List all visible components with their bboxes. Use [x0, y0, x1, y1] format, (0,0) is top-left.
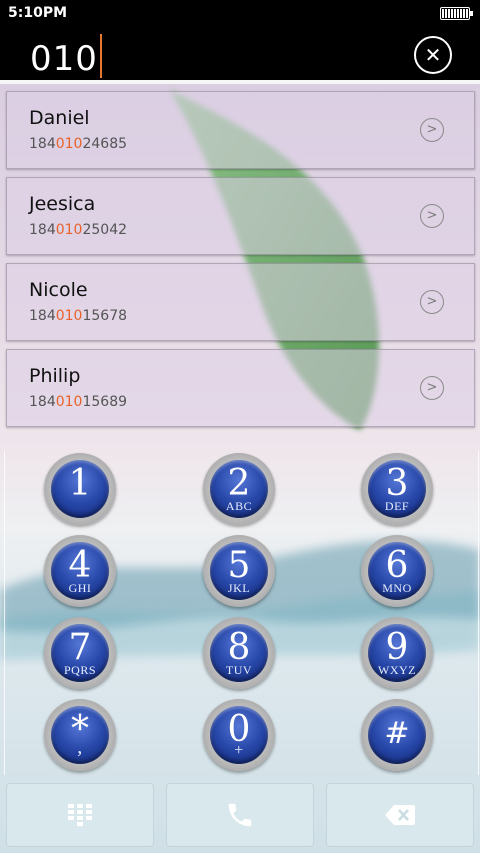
contact-result[interactable]: Nicole 18401015678 > — [6, 263, 475, 341]
contact-number: 18401015689 — [29, 394, 128, 410]
dial-input-bar: 010 ✕ — [0, 28, 480, 80]
number-match-highlight: 010 — [55, 394, 83, 410]
call-button[interactable] — [166, 783, 314, 847]
contact-result[interactable]: Jeesica 18401025042 > — [6, 177, 475, 255]
dial-input-value: 010 — [30, 39, 98, 79]
number-match-highlight: 010 — [55, 308, 83, 324]
contact-name: Daniel — [29, 107, 90, 129]
contact-number: 18401024685 — [29, 136, 128, 152]
chevron-right-icon[interactable]: > — [420, 204, 444, 228]
status-bar: 5:10PM — [0, 0, 480, 28]
key-2[interactable]: 2 ABC — [203, 453, 275, 525]
key-7[interactable]: 7 PQRS — [44, 617, 116, 689]
text-cursor — [99, 34, 102, 78]
status-time: 5:10PM — [8, 5, 68, 21]
contact-number: 18401015678 — [29, 308, 128, 324]
toggle-keypad-button[interactable] — [6, 783, 154, 847]
chevron-right-icon[interactable]: > — [420, 290, 444, 314]
number-match-highlight: 010 — [55, 222, 83, 238]
key-star[interactable]: *, — [44, 699, 116, 771]
key-9[interactable]: 9 WXYZ — [361, 617, 433, 689]
contact-results-list: Daniel 18401024685 > Jeesica 18401025042… — [6, 91, 475, 435]
clear-icon[interactable]: ✕ — [414, 36, 452, 74]
contact-number: 18401025042 — [29, 222, 128, 238]
contact-result[interactable]: Philip 18401015689 > — [6, 349, 475, 427]
key-6[interactable]: 6 MNO — [361, 535, 433, 607]
backspace-button[interactable] — [326, 783, 474, 847]
key-hash[interactable]: # — [361, 699, 433, 771]
key-8[interactable]: 8 TUV — [203, 617, 275, 689]
key-5[interactable]: 5 JKL — [203, 535, 275, 607]
key-3[interactable]: 3 DEF — [361, 453, 433, 525]
contact-name: Jeesica — [29, 193, 96, 215]
phone-icon — [228, 803, 252, 827]
key-4[interactable]: 4 GHI — [44, 535, 116, 607]
number-match-highlight: 010 — [55, 136, 83, 152]
bottom-action-bar — [0, 775, 480, 853]
key-1[interactable]: 1 — [44, 453, 116, 525]
dialpad-icon — [68, 804, 92, 826]
contact-name: Nicole — [29, 279, 88, 301]
contact-result[interactable]: Daniel 18401024685 > — [6, 91, 475, 169]
key-0[interactable]: 0 + — [203, 699, 275, 771]
battery-fill — [442, 9, 468, 18]
chevron-right-icon[interactable]: > — [420, 376, 444, 400]
dial-input[interactable]: 010 — [30, 34, 102, 79]
battery-full-icon — [440, 7, 473, 20]
contact-name: Philip — [29, 365, 81, 387]
chevron-right-icon[interactable]: > — [420, 118, 444, 142]
divider — [0, 80, 480, 84]
dial-keypad: 1 2 ABC 3 DEF 4 GHI 5 JKL 6 MNO 7 PQRS 8 TUV 9W… — [4, 451, 479, 775]
backspace-icon — [385, 805, 415, 825]
